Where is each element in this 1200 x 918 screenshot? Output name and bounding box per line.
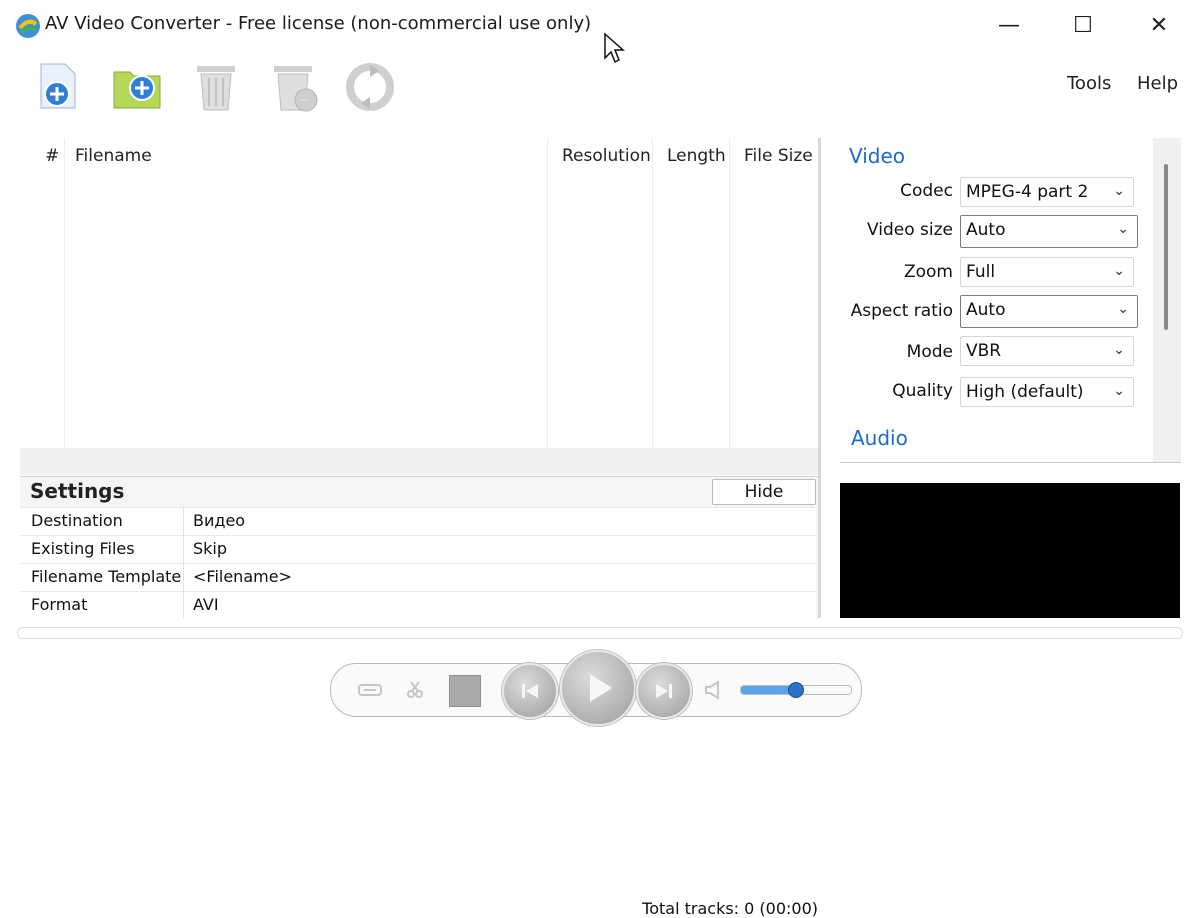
settings-value-destination[interactable]: Видео bbox=[193, 511, 245, 530]
settings-value-filename-template[interactable]: <Filename> bbox=[193, 567, 292, 586]
hide-settings-button[interactable]: Hide bbox=[712, 479, 816, 505]
chevron-down-icon: ⌄ bbox=[1113, 183, 1125, 199]
volume-slider-handle[interactable] bbox=[788, 682, 804, 698]
chevron-down-icon: ⌄ bbox=[1113, 263, 1125, 279]
skip-back-icon bbox=[522, 684, 538, 698]
chevron-down-icon: ⌄ bbox=[1117, 301, 1129, 317]
codec-select[interactable]: MPEG-4 part 2 ⌄ bbox=[960, 177, 1134, 207]
zoom-select[interactable]: Full ⌄ bbox=[960, 257, 1134, 287]
close-button[interactable]: ✕ bbox=[1122, 0, 1196, 50]
column-header-number[interactable]: # bbox=[45, 146, 59, 166]
quality-label: Quality bbox=[892, 381, 953, 401]
column-divider bbox=[729, 138, 730, 448]
window-title: AV Video Converter - Free license (non-c… bbox=[45, 13, 592, 34]
column-header-file-size[interactable]: File Size bbox=[744, 146, 813, 166]
convert-icon[interactable] bbox=[343, 60, 397, 114]
chevron-down-icon: ⌄ bbox=[1113, 383, 1125, 399]
minimize-button[interactable]: — bbox=[972, 0, 1046, 50]
quality-value: High (default) bbox=[966, 382, 1084, 402]
total-tracks-label: Total tracks: 0 (00:00) bbox=[642, 899, 818, 918]
stop-button[interactable] bbox=[449, 675, 481, 707]
scrollbar-thumb[interactable] bbox=[1164, 164, 1168, 330]
mode-select[interactable]: VBR ⌄ bbox=[960, 336, 1134, 366]
status-bar: Total tracks: 0 (00:00) bbox=[20, 448, 818, 918]
mouse-cursor-icon bbox=[604, 32, 625, 64]
codec-label: Codec bbox=[900, 181, 953, 201]
settings-label: Existing Files bbox=[31, 539, 135, 558]
settings-label: Destination bbox=[31, 511, 123, 530]
menu-tools[interactable]: Tools bbox=[1067, 73, 1111, 94]
app-logo-icon bbox=[16, 14, 40, 38]
settings-row-existing-files[interactable] bbox=[20, 535, 816, 563]
skip-forward-icon bbox=[656, 684, 672, 698]
settings-divider bbox=[183, 507, 184, 619]
column-header-filename[interactable]: Filename bbox=[75, 146, 152, 166]
column-header-length[interactable]: Length bbox=[667, 146, 726, 166]
play-button[interactable] bbox=[560, 650, 636, 726]
column-header-resolution[interactable]: Resolution bbox=[562, 146, 651, 166]
video-size-label: Video size bbox=[867, 220, 953, 240]
zoom-value: Full bbox=[966, 262, 996, 282]
audio-section-heading: Audio bbox=[851, 426, 908, 450]
menu-help[interactable]: Help bbox=[1137, 73, 1178, 94]
column-divider bbox=[64, 138, 65, 448]
chevron-down-icon: ⌄ bbox=[1113, 342, 1125, 358]
settings-label: Filename Template bbox=[31, 567, 182, 586]
conversion-progress-bar bbox=[17, 627, 1183, 639]
previous-button[interactable] bbox=[502, 663, 558, 719]
play-icon bbox=[590, 674, 612, 702]
video-preview bbox=[840, 483, 1180, 618]
delete-icon[interactable] bbox=[189, 60, 243, 114]
svg-text:···: ··· bbox=[299, 96, 309, 107]
panel-splitter[interactable] bbox=[818, 138, 821, 618]
mode-value: VBR bbox=[966, 341, 1002, 361]
add-file-icon[interactable] bbox=[33, 60, 87, 114]
settings-row-format[interactable] bbox=[20, 591, 816, 619]
settings-value-existing-files[interactable]: Skip bbox=[193, 539, 227, 558]
video-section-heading: Video bbox=[849, 144, 906, 168]
column-divider bbox=[547, 138, 548, 448]
aspect-ratio-value: Auto bbox=[966, 300, 1006, 320]
subtitle-icon[interactable] bbox=[358, 682, 382, 698]
settings-title: Settings bbox=[30, 479, 125, 503]
chevron-down-icon: ⌄ bbox=[1117, 221, 1129, 237]
cut-icon[interactable] bbox=[404, 680, 426, 700]
aspect-ratio-label: Aspect ratio bbox=[850, 301, 953, 321]
codec-value: MPEG-4 part 2 bbox=[966, 182, 1089, 202]
settings-row-destination[interactable] bbox=[20, 507, 816, 535]
aspect-ratio-select[interactable]: Auto ⌄ bbox=[960, 295, 1138, 328]
zoom-label: Zoom bbox=[903, 262, 953, 282]
delete-all-icon[interactable]: ··· bbox=[268, 60, 322, 114]
add-folder-icon[interactable] bbox=[110, 60, 164, 114]
quality-select[interactable]: High (default) ⌄ bbox=[960, 377, 1134, 407]
next-button[interactable] bbox=[636, 663, 692, 719]
video-size-value: Auto bbox=[966, 220, 1006, 240]
maximize-button[interactable]: ☐ bbox=[1046, 0, 1120, 50]
settings-label: Format bbox=[31, 595, 88, 614]
mode-label: Mode bbox=[906, 342, 953, 362]
volume-icon[interactable] bbox=[704, 680, 722, 700]
video-size-select[interactable]: Auto ⌄ bbox=[960, 215, 1138, 248]
column-divider bbox=[652, 138, 653, 448]
settings-value-format[interactable]: AVI bbox=[193, 595, 219, 614]
file-list[interactable] bbox=[20, 138, 818, 448]
